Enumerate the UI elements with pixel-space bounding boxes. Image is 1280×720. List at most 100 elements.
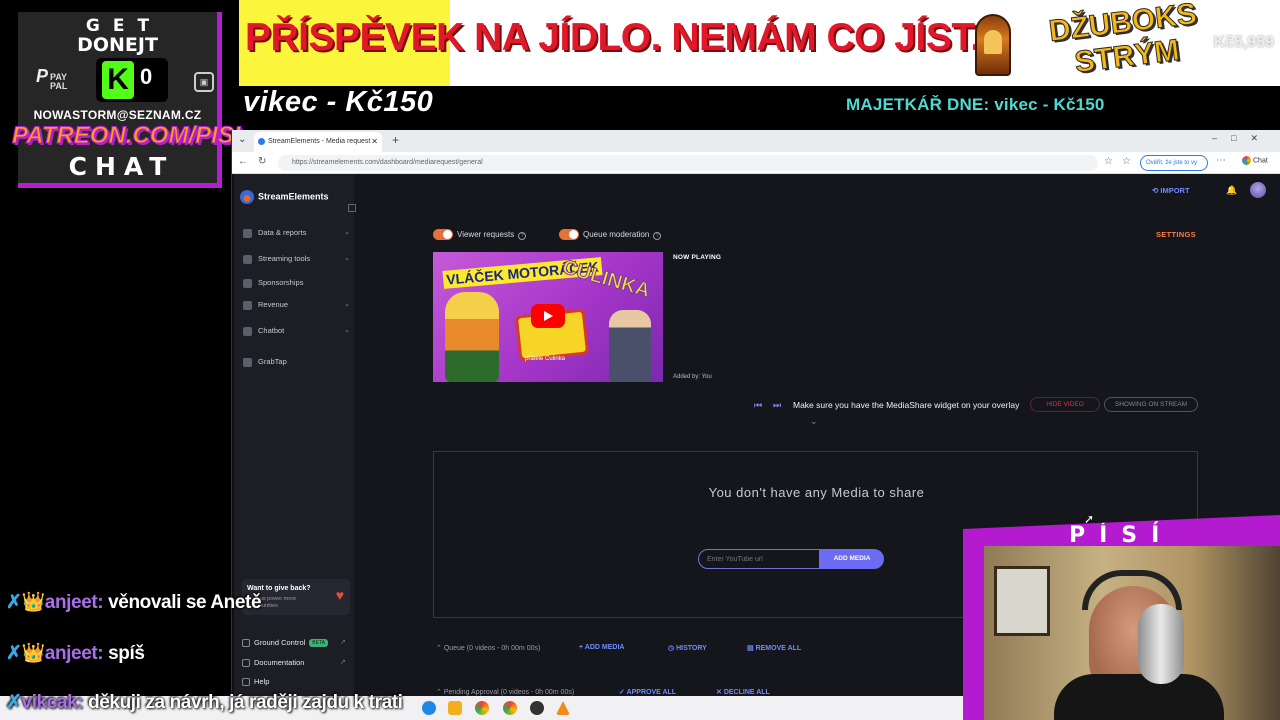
favorites-icon[interactable]: ☆	[1122, 156, 1131, 167]
youtube-url-input[interactable]	[698, 549, 820, 569]
top-donor: MAJETKÁŘ DNE: vikec - Kč150	[846, 95, 1105, 114]
chat-message: ✗👑anjeet: spíš	[6, 643, 145, 664]
verify-identity-button[interactable]: Ověřit, že jste to vy	[1140, 155, 1208, 171]
chart-icon	[243, 229, 252, 238]
queue-moderation-toggle[interactable]	[559, 229, 579, 240]
added-by: Added by: You	[673, 374, 712, 380]
donate-line2: DONEJT	[77, 34, 158, 56]
sidebar-item-data-reports[interactable]: Data & reports ⌄	[242, 226, 350, 240]
kick-count: 0	[140, 64, 153, 89]
tab-media-request[interactable]: StreamElements - Media request ✕	[254, 132, 382, 152]
sidebar-item-sponsorships[interactable]: Sponsorships	[242, 276, 350, 290]
now-playing-label: NOW PLAYING	[673, 254, 722, 261]
remove-all-button[interactable]: ▤ REMOVE ALL	[747, 644, 801, 652]
donate-email: NOWASTORM@SEZNAM.CZ	[33, 108, 202, 122]
chat-message: ✗👑anjeet: věnovali se Anetě	[6, 592, 262, 613]
star-icon	[243, 279, 252, 288]
sidebar-item-chatbot[interactable]: Chatbot ⌄	[242, 324, 350, 338]
info-icon: ?	[518, 232, 527, 240]
chatbot-icon	[243, 327, 252, 336]
hide-video-button[interactable]: HIDE VIDEO	[1030, 397, 1100, 412]
vlc-icon[interactable]	[556, 701, 570, 715]
queue-label[interactable]: ⌃ Queue (0 videos - 0h 00m 00s)	[436, 644, 540, 652]
banner-text: PŘÍSPĚVEK NA JÍDLO. NEMÁM CO JÍST.	[245, 16, 981, 59]
chevron-down-icon[interactable]: ⌄	[810, 416, 818, 427]
thumb-title2: CULINKA	[559, 256, 653, 303]
youtube-play-icon[interactable]	[531, 304, 565, 328]
tab-list-icon[interactable]: ⌄	[238, 134, 246, 145]
tab-title: StreamElements - Media request	[268, 138, 371, 145]
kick-icon: K	[102, 61, 134, 99]
document-icon	[242, 659, 250, 667]
qr-icon: ▣	[194, 72, 214, 92]
jukebox-title: DŽUBOKS STRÝM	[1047, 0, 1199, 80]
chat-heading: CHAT	[68, 152, 175, 181]
folder-icon[interactable]	[448, 701, 462, 715]
jukebox-icon	[975, 14, 1011, 76]
widget-message: Make sure you have the MediaShare widget…	[793, 400, 1020, 410]
viewer-requests-toggle[interactable]	[433, 229, 453, 240]
pending-label[interactable]: ⌃ Pending Approval (0 videos - 0h 00m 00…	[436, 688, 574, 696]
brand[interactable]: StreamElements	[240, 190, 329, 204]
donate-panel: GET DONEJT P PAY PAL K 0 ▣ NOWASTORM@SEZN…	[12, 12, 241, 188]
history-button[interactable]: ◷ HISTORY	[668, 644, 707, 652]
close-tab-icon[interactable]: ✕	[371, 132, 378, 152]
sidebar-item-streaming-tools[interactable]: Streaming tools ⌄	[242, 252, 350, 266]
sidebar-item-revenue[interactable]: Revenue ⌄	[242, 298, 350, 312]
tab-bar: ⌄ StreamElements - Media request ✕ + –□✕	[232, 130, 1280, 152]
stream-screen: { "overlay": { "donate": {"line1": "GET"…	[0, 0, 1280, 720]
next-icon[interactable]: ⏭	[773, 400, 781, 411]
mouse-cursor-icon: ➚	[1084, 512, 1095, 526]
sidebar: StreamElements Data & reports ⌄ Streaming…	[232, 174, 356, 720]
patreon-link: PATREON.COM/PISI	[12, 122, 241, 150]
streamelements-logo-icon	[240, 190, 254, 204]
url-field[interactable]: https://streamelements.com/dashboard/med…	[278, 155, 1098, 171]
back-reload-icons[interactable]: ←↻	[238, 156, 276, 167]
streamelements-favicon-icon	[258, 138, 265, 145]
obs-icon[interactable]	[530, 701, 544, 715]
chrome-icon-2[interactable]	[503, 701, 517, 715]
edge-icon[interactable]	[422, 701, 436, 715]
documentation-link[interactable]: Documentation ↗	[242, 657, 346, 669]
menu-dots-icon[interactable]: ⋯	[1216, 155, 1226, 166]
video-thumbnail[interactable]: VLÁČEK MOTORÁČEK CULINKA přátelé Culinka	[433, 252, 663, 382]
thumb-man	[609, 310, 651, 382]
help-link[interactable]: Help	[242, 676, 269, 688]
new-tab-icon[interactable]: +	[392, 133, 399, 147]
help-icon	[242, 678, 250, 686]
grabtap-icon	[243, 358, 252, 367]
external-link-icon: ↗	[340, 639, 346, 646]
streamer-shirt	[1054, 674, 1224, 720]
previous-icon[interactable]: ⏮	[754, 400, 762, 411]
queue-add-media-button[interactable]: + ADD MEDIA	[579, 644, 624, 651]
add-media-button[interactable]: ADD MEDIA	[820, 549, 884, 569]
revenue-icon	[243, 301, 252, 310]
wall-poster	[994, 566, 1050, 636]
external-link-icon: ↗	[340, 659, 346, 666]
bookmark-star-icon[interactable]: ☆	[1104, 156, 1113, 167]
thumb-caption: přátelé Culinka	[525, 356, 566, 362]
viewer-requests-label: Viewer requests?	[457, 229, 527, 240]
window-controls[interactable]: –□✕	[1212, 133, 1272, 144]
empty-message: You don't have any Media to share	[708, 485, 925, 500]
webcam-frame: PÍSÍ	[963, 515, 1280, 720]
beta-badge: BETA	[309, 639, 328, 648]
address-bar: ←↻ https://streamelements.com/dashboard/…	[232, 152, 1280, 174]
last-donation: vikec - Kč150	[243, 86, 434, 118]
sidebar-item-grabtap[interactable]: GrabTap	[242, 355, 350, 369]
approve-all-button[interactable]: ✓ APPROVE ALL	[619, 688, 676, 696]
heart-icon: ♥	[335, 587, 344, 603]
top-banner: PŘÍSPĚVEK NA JÍDLO. NEMÁM CO JÍST. DŽUBO…	[239, 0, 1280, 86]
kick-counter: K 0	[96, 58, 168, 102]
showing-on-stream-button[interactable]: SHOWING ON STREAM	[1104, 397, 1198, 412]
ground-control-link[interactable]: Ground Control BETA ↗	[242, 637, 346, 649]
chrome-icon[interactable]	[475, 701, 489, 715]
donation-goal: Kč5,959	[1213, 34, 1275, 51]
decline-all-button[interactable]: ✕ DECLINE ALL	[716, 688, 770, 696]
webcam-feed	[984, 546, 1280, 720]
queue-moderation-label: Queue moderation?	[583, 229, 662, 240]
chat-message: ✗vikcak: děkuji za návrh, já raději zajd…	[6, 692, 403, 713]
settings-button[interactable]: SETTINGS	[1156, 230, 1196, 239]
chat-button[interactable]: Chat	[1242, 156, 1268, 165]
info-icon: ?	[653, 232, 662, 240]
